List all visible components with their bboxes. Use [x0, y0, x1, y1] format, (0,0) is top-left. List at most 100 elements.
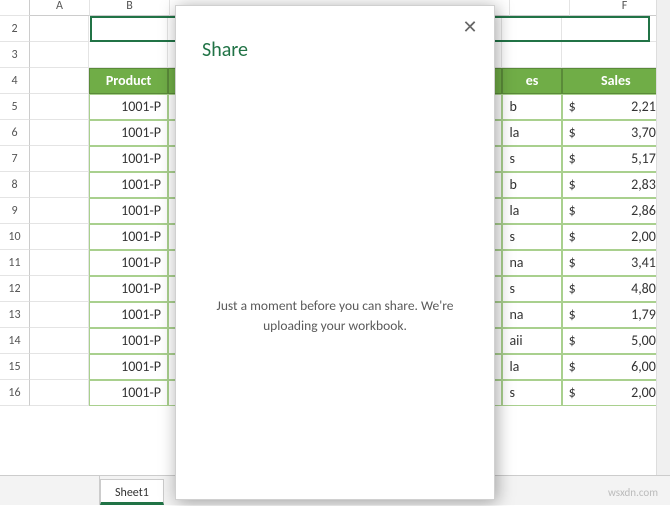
product-cell[interactable]: 1001-P — [89, 380, 168, 406]
cell[interactable] — [30, 250, 89, 276]
currency-symbol: $ — [569, 225, 576, 249]
row-header[interactable]: 15 — [0, 354, 30, 380]
col-header-b[interactable]: B — [90, 0, 170, 16]
watermark-text: wsxdn.com — [608, 486, 658, 499]
row-header[interactable]: 8 — [0, 172, 30, 198]
sales-cell[interactable]: $2,863 — [562, 198, 670, 224]
currency-symbol: $ — [569, 147, 576, 171]
row-header[interactable]: 2 — [0, 16, 30, 42]
share-dialog: ✕ Share Just a moment before you can sha… — [175, 5, 495, 500]
product-cell[interactable]: 1001-P — [89, 276, 168, 302]
cell[interactable] — [502, 16, 561, 42]
sales-cell[interactable]: $4,800 — [562, 276, 670, 302]
region-cell[interactable]: na — [502, 250, 561, 276]
row-header[interactable]: 6 — [0, 120, 30, 146]
product-cell[interactable]: 1001-P — [89, 198, 168, 224]
cell[interactable] — [562, 16, 670, 42]
region-cell[interactable]: na — [502, 302, 561, 328]
sales-cell[interactable]: $2,210 — [562, 94, 670, 120]
row-header[interactable]: 7 — [0, 146, 30, 172]
currency-symbol: $ — [569, 329, 576, 353]
region-cell[interactable]: s — [502, 380, 561, 406]
region-cell[interactable]: la — [502, 198, 561, 224]
region-cell[interactable]: b — [502, 94, 561, 120]
table-header-sales[interactable]: Sales — [562, 68, 670, 94]
row-header[interactable]: 3 — [0, 42, 30, 68]
row-header[interactable]: 13 — [0, 302, 30, 328]
table-header-region[interactable]: es — [502, 68, 561, 94]
sales-cell[interactable]: $2,000 — [562, 380, 670, 406]
col-header-a[interactable]: A — [30, 0, 90, 16]
cell[interactable] — [89, 42, 168, 68]
sales-cell[interactable]: $5,000 — [562, 328, 670, 354]
row-header[interactable]: 5 — [0, 94, 30, 120]
row-header[interactable]: 14 — [0, 328, 30, 354]
cell[interactable] — [502, 42, 561, 68]
cell[interactable] — [30, 198, 89, 224]
sales-cell[interactable]: $6,000 — [562, 354, 670, 380]
sales-cell[interactable]: $1,790 — [562, 302, 670, 328]
currency-symbol: $ — [569, 95, 576, 119]
currency-symbol: $ — [569, 277, 576, 301]
close-icon: ✕ — [462, 16, 477, 38]
row-header[interactable]: 16 — [0, 380, 30, 406]
sales-cell[interactable]: $5,175 — [562, 146, 670, 172]
cell[interactable] — [30, 42, 89, 68]
col-header-f[interactable]: F — [570, 0, 670, 16]
cell[interactable] — [30, 354, 89, 380]
col-header-e[interactable] — [510, 0, 570, 16]
cell[interactable] — [30, 276, 89, 302]
currency-symbol: $ — [569, 355, 576, 379]
product-cell[interactable]: 1001-P — [89, 328, 168, 354]
cell[interactable] — [30, 16, 89, 42]
tab-nav-spacer — [30, 476, 100, 505]
currency-symbol: $ — [569, 303, 576, 327]
row-header[interactable]: 12 — [0, 276, 30, 302]
region-cell[interactable]: b — [502, 172, 561, 198]
cell[interactable] — [30, 146, 89, 172]
select-all-corner[interactable] — [0, 0, 30, 16]
cell[interactable] — [30, 328, 89, 354]
currency-symbol: $ — [569, 173, 576, 197]
product-cell[interactable]: 1001-P — [89, 94, 168, 120]
vertical-scrollbar[interactable] — [656, 0, 670, 475]
cell[interactable] — [89, 16, 168, 42]
cell[interactable] — [30, 224, 89, 250]
product-cell[interactable]: 1001-P — [89, 146, 168, 172]
sales-cell[interactable]: $3,410 — [562, 250, 670, 276]
row-header[interactable]: 9 — [0, 198, 30, 224]
product-cell[interactable]: 1001-P — [89, 250, 168, 276]
table-header-product[interactable]: Product — [89, 68, 168, 94]
currency-symbol: $ — [569, 199, 576, 223]
region-cell[interactable]: s — [502, 276, 561, 302]
dialog-title: Share — [176, 6, 494, 62]
cell[interactable] — [30, 380, 89, 406]
row-header[interactable]: 10 — [0, 224, 30, 250]
product-cell[interactable]: 1001-P — [89, 224, 168, 250]
region-cell[interactable]: s — [502, 224, 561, 250]
cell[interactable] — [30, 94, 89, 120]
row-header[interactable]: 4 — [0, 68, 30, 94]
product-cell[interactable]: 1001-P — [89, 302, 168, 328]
product-cell[interactable]: 1001-P — [89, 172, 168, 198]
cell[interactable] — [30, 120, 89, 146]
region-cell[interactable]: s — [502, 146, 561, 172]
row-header[interactable]: 11 — [0, 250, 30, 276]
product-cell[interactable]: 1001-P — [89, 354, 168, 380]
dialog-message: Just a moment before you can share. We'r… — [176, 296, 494, 335]
region-cell[interactable]: la — [502, 120, 561, 146]
close-button[interactable]: ✕ — [460, 18, 480, 38]
product-cell[interactable]: 1001-P — [89, 120, 168, 146]
cell[interactable] — [562, 42, 670, 68]
cell[interactable] — [30, 172, 89, 198]
currency-symbol: $ — [569, 381, 576, 405]
region-cell[interactable]: la — [502, 354, 561, 380]
sales-cell[interactable]: $3,709 — [562, 120, 670, 146]
currency-symbol: $ — [569, 121, 576, 145]
sales-cell[interactable]: $2,000 — [562, 224, 670, 250]
sales-cell[interactable]: $2,833 — [562, 172, 670, 198]
sheet-tab-active[interactable]: Sheet1 — [100, 479, 164, 505]
region-cell[interactable]: aii — [502, 328, 561, 354]
cell[interactable] — [30, 68, 89, 94]
cell[interactable] — [30, 302, 89, 328]
